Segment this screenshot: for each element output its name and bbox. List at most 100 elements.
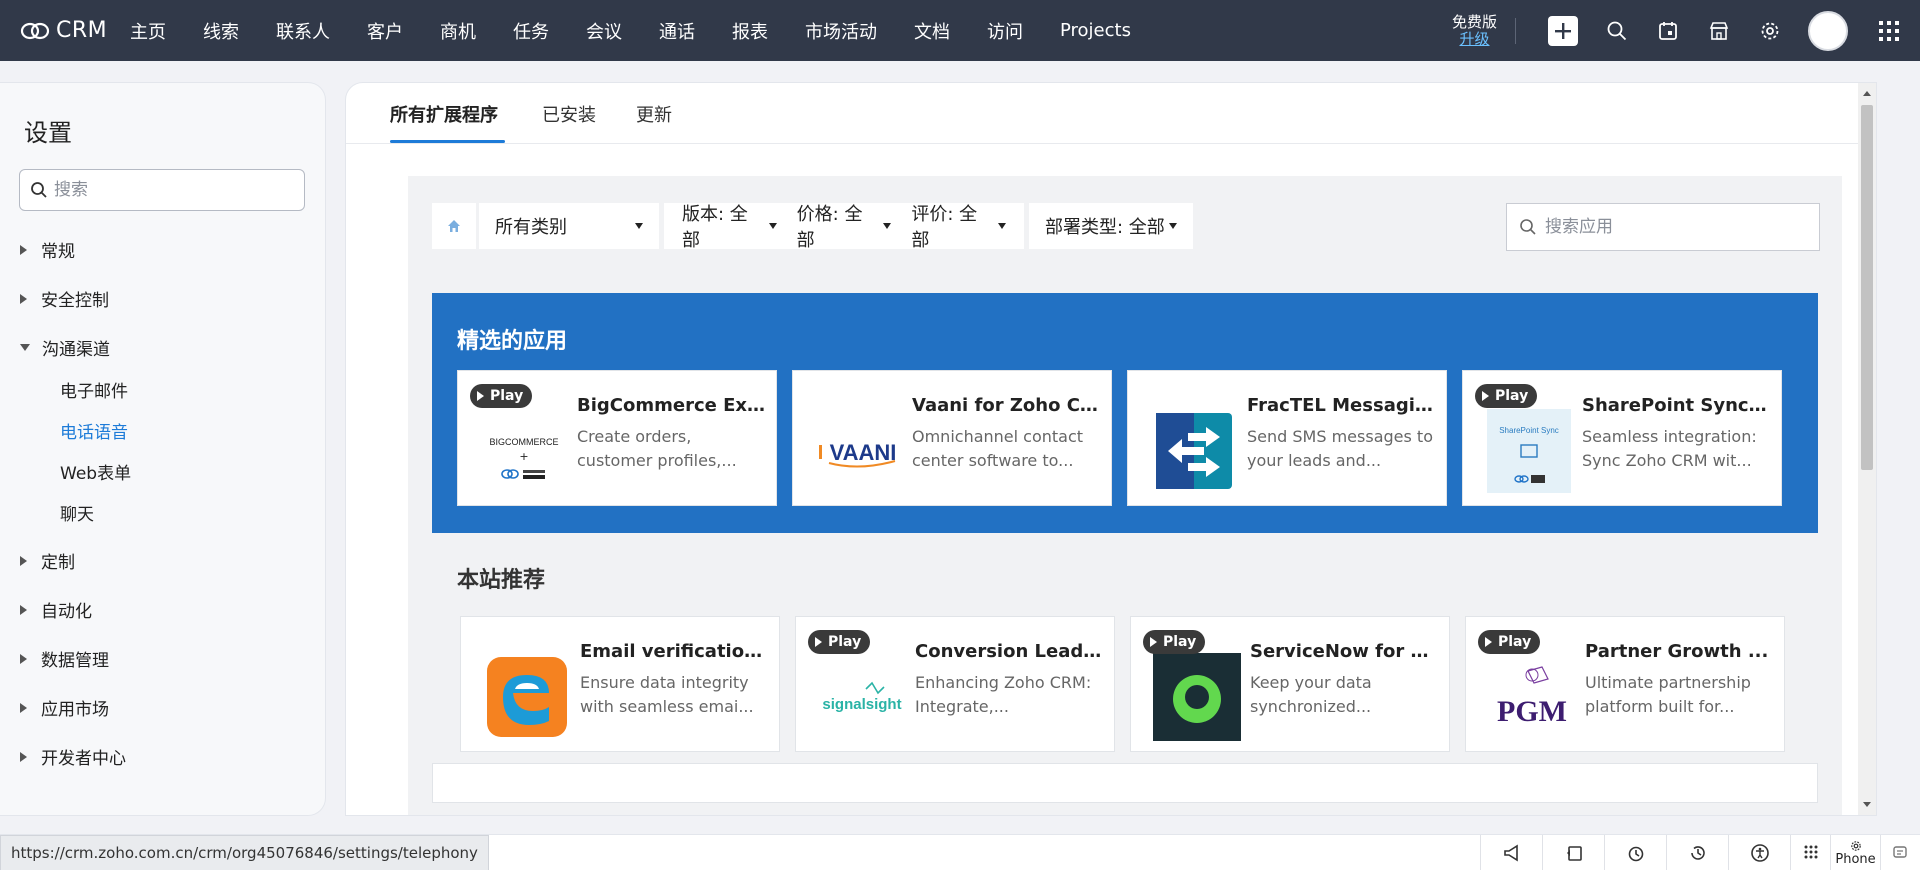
chevron-down-icon[interactable] (883, 223, 892, 229)
featured-title: 精选的应用 (457, 329, 568, 354)
email-verification-logo (483, 653, 571, 741)
history-button[interactable] (1666, 835, 1728, 870)
user-avatar[interactable] (1808, 10, 1848, 51)
search-icon (31, 182, 47, 198)
reminders-button[interactable] (1604, 835, 1666, 870)
sidebar-subitem-email[interactable]: 电子邮件 (60, 377, 128, 402)
sidebar-item-automation[interactable]: 自动化 (20, 597, 92, 622)
nav-calls[interactable]: 通话 (659, 18, 695, 44)
sidebar-title: 设置 (24, 119, 72, 147)
sidebar-subitem-webforms[interactable]: Web表单 (60, 459, 131, 484)
search-button[interactable] (1604, 18, 1630, 44)
store-icon (1709, 21, 1729, 40)
app-card[interactable]: Play BIGCOMMERCE + BigCommerce Ext... Cr… (457, 370, 777, 506)
sidebar-item-data-admin[interactable]: 数据管理 (20, 646, 109, 671)
vertical-scrollbar[interactable] (1858, 83, 1876, 815)
nav-home[interactable]: 主页 (130, 18, 166, 44)
play-badge[interactable]: Play (1478, 630, 1541, 654)
app-description: Send SMS messages to your leads and... (1247, 427, 1433, 470)
play-icon (1485, 637, 1492, 647)
play-icon (1150, 637, 1157, 647)
sidebar-item-developer[interactable]: 开发者中心 (20, 744, 126, 769)
play-badge[interactable]: Play (1143, 630, 1206, 654)
app-search[interactable] (1506, 203, 1820, 251)
nav-leads[interactable]: 线索 (203, 18, 239, 44)
tab-all-extensions[interactable]: 所有扩展程序 (390, 101, 498, 127)
sidebar-item-channels[interactable]: 沟通渠道 (20, 335, 110, 360)
app-card[interactable]: FracTEL Messagin... Send SMS messages to… (1127, 370, 1447, 506)
nav-meetings[interactable]: 会议 (586, 18, 622, 44)
expand-arrow-icon (20, 293, 27, 304)
home-filter-button[interactable] (432, 203, 476, 249)
nav-tasks[interactable]: 任务 (513, 18, 549, 44)
app-card[interactable]: Play PGM Partner Growth ... Ultimate par… (1465, 616, 1785, 752)
deployment-dropdown[interactable]: 部署类型: 全部 (1029, 203, 1193, 249)
app-search-input[interactable] (1545, 217, 1805, 237)
chevron-down-icon[interactable] (768, 223, 777, 229)
play-badge[interactable]: Play (808, 630, 871, 654)
app-card[interactable]: Play SharePoint Sync SharePoint Sync f..… (1462, 370, 1782, 506)
app-card[interactable]: Email verification... Ensure data integr… (460, 616, 780, 752)
category-dropdown[interactable]: 所有类别 (479, 203, 659, 249)
tab-updates[interactable]: 更新 (636, 101, 672, 127)
settings-button[interactable] (1757, 18, 1783, 44)
expand-arrow-icon (20, 244, 27, 255)
sidebar-item-customization[interactable]: 定制 (20, 548, 75, 573)
app-card[interactable]: VAANI Vaani for Zoho C... Omnichannel co… (792, 370, 1112, 506)
scroll-up-icon[interactable] (1863, 91, 1871, 96)
extension-tabs: 所有扩展程序 已安装 更新 (346, 83, 1876, 144)
accessibility-button[interactable] (1728, 835, 1790, 870)
home-icon (448, 220, 460, 232)
nav-accounts[interactable]: 客户 (367, 18, 403, 44)
app-name: Partner Growth ... (1585, 641, 1769, 662)
nav-visits[interactable]: 访问 (987, 18, 1023, 44)
play-badge[interactable]: Play (1475, 384, 1538, 408)
announcements-button[interactable] (1480, 835, 1542, 870)
play-label: Play (828, 634, 862, 650)
edition-filter[interactable]: 版本: 全部 (682, 200, 755, 252)
sidebar-search-input[interactable] (54, 180, 284, 200)
app-name: CRM (56, 18, 108, 43)
rating-filter[interactable]: 评价: 全部 (911, 200, 984, 252)
sidebar-item-security[interactable]: 安全控制 (20, 286, 109, 311)
sidebar-search[interactable] (19, 169, 305, 211)
zoho-logo-icon (20, 22, 50, 39)
play-badge[interactable]: Play (470, 384, 533, 408)
nav-reports[interactable]: 报表 (732, 18, 768, 44)
app-description: Ensure data integrity with seamless emai… (580, 673, 754, 716)
chat-button[interactable] (1880, 835, 1920, 870)
active-tab-indicator (390, 140, 505, 143)
sidebar-subitem-chat[interactable]: 聊天 (60, 500, 94, 525)
price-filter[interactable]: 价格: 全部 (797, 200, 870, 252)
create-button[interactable] (1548, 15, 1578, 46)
nav-contacts[interactable]: 联系人 (276, 18, 330, 44)
nav-campaigns[interactable]: 市场活动 (805, 18, 877, 44)
crm-logo[interactable]: CRM (20, 18, 112, 43)
alarm-clock-icon (1628, 846, 1643, 862)
recent-items-button[interactable] (1542, 835, 1604, 870)
scrollbar-thumb[interactable] (1861, 105, 1873, 470)
upgrade-link[interactable]: 升级 (1452, 30, 1497, 48)
play-label: Play (1163, 634, 1197, 650)
sidebar-item-marketplace[interactable]: 应用市场 (20, 695, 109, 720)
marketplace-button[interactable] (1706, 18, 1732, 44)
calendar-button[interactable] (1655, 18, 1681, 44)
apps-grid-icon[interactable] (1878, 20, 1900, 42)
nav-documents[interactable]: 文档 (914, 18, 950, 44)
phone-settings-button[interactable]: Phone (1830, 835, 1880, 870)
app-card[interactable]: Play signalsight Conversion Lead ... Enh… (795, 616, 1115, 752)
app-description: Omnichannel contact center software to..… (912, 427, 1084, 470)
nav-deals[interactable]: 商机 (440, 18, 476, 44)
divider (1515, 17, 1516, 44)
sidebar-item-general[interactable]: 常规 (20, 237, 75, 262)
marketplace-content: 所有类别 版本: 全部 价格: 全部 评价: 全部 部署类型: 全部 精选的应用… (408, 176, 1842, 815)
edition-label: 免费版 (1451, 12, 1497, 31)
tab-installed[interactable]: 已安装 (542, 101, 596, 127)
sidebar-subitem-telephony[interactable]: 电话语音 (60, 418, 128, 443)
chevron-down-icon[interactable] (998, 223, 1007, 229)
app-card[interactable]: Play ServiceNow for Z... Keep your data … (1130, 616, 1450, 752)
scroll-down-icon[interactable] (1863, 802, 1871, 807)
dialpad-button[interactable] (1790, 835, 1830, 870)
status-url: https://crm.zoho.com.cn/crm/org45076846/… (0, 835, 489, 870)
nav-projects[interactable]: Projects (1060, 20, 1131, 41)
